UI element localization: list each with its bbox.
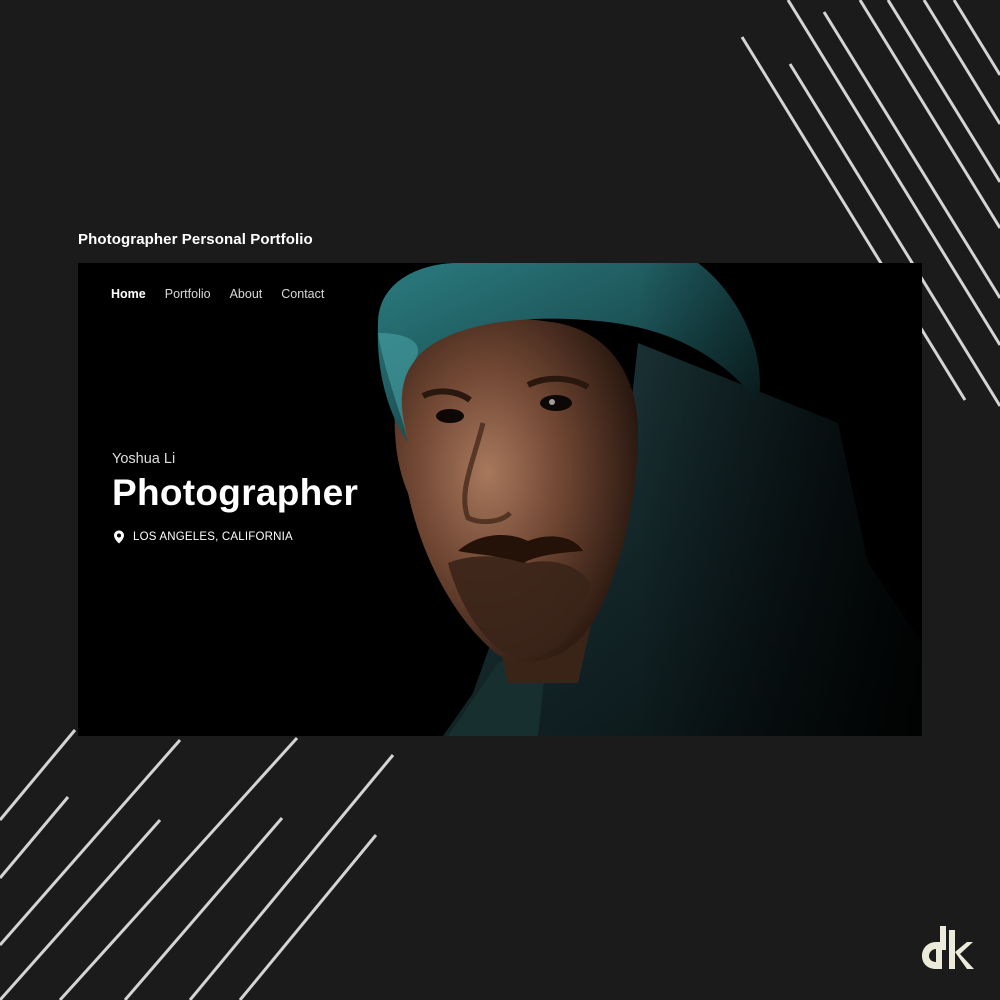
deco-line bbox=[0, 739, 182, 946]
hero-location: LOS ANGELES, CALIFORNIA bbox=[112, 530, 358, 544]
dk-logo-icon bbox=[922, 926, 974, 969]
deco-line bbox=[858, 0, 1000, 229]
hero-title: Photographer bbox=[112, 472, 359, 513]
deco-line bbox=[0, 729, 77, 821]
deco-line bbox=[58, 736, 299, 1000]
deco-line bbox=[922, 0, 1000, 125]
hero-intro: Yoshua Li Photographer LOS ANGELES, CALI… bbox=[112, 451, 358, 544]
hero-name: Yoshua Li bbox=[112, 451, 176, 467]
map-pin-icon bbox=[114, 530, 124, 544]
location-text: LOS ANGELES, CALIFORNIA bbox=[133, 530, 293, 543]
deco-line bbox=[822, 11, 1000, 299]
nav-home-link[interactable]: Home bbox=[111, 287, 146, 301]
nav-about-link[interactable]: About bbox=[230, 287, 263, 301]
mockup-caption: Photographer Personal Portfolio bbox=[78, 231, 313, 248]
deco-line bbox=[188, 754, 395, 1000]
nav-contact-link[interactable]: Contact bbox=[281, 287, 324, 301]
main-nav: Home Portfolio About Contact bbox=[111, 287, 324, 301]
deco-line bbox=[886, 0, 1000, 183]
nav-portfolio-link[interactable]: Portfolio bbox=[165, 287, 211, 301]
deco-line bbox=[123, 817, 284, 1000]
website-mockup: Home Portfolio About Contact Yoshua Li P… bbox=[78, 263, 922, 736]
deco-line bbox=[0, 819, 162, 1000]
presentation-canvas: Photographer Personal Portfolio Home Por… bbox=[0, 0, 1000, 1000]
deco-line bbox=[952, 0, 1000, 76]
